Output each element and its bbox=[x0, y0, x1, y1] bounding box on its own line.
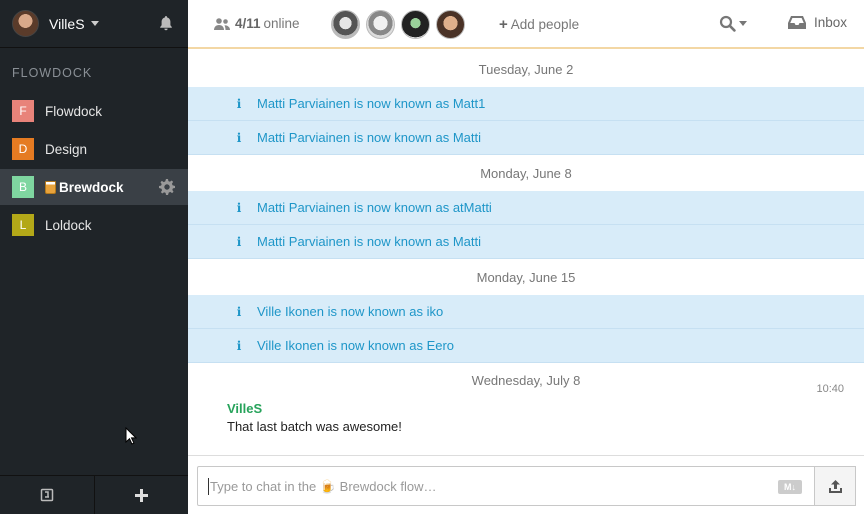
avatar[interactable] bbox=[12, 10, 39, 37]
inbox-icon bbox=[788, 16, 806, 29]
message-author[interactable]: VilleS bbox=[227, 401, 262, 416]
online-avatars bbox=[331, 10, 465, 39]
add-people-button[interactable]: + Add people bbox=[499, 16, 579, 33]
bell-icon[interactable] bbox=[158, 15, 174, 31]
flow-name: Brewdock bbox=[59, 179, 124, 195]
composer-area: M↓ bbox=[188, 455, 864, 514]
info-icon: i bbox=[236, 130, 242, 145]
beer-icon bbox=[45, 180, 56, 194]
notice-text: Matti Parviainen is now known as Matti bbox=[257, 234, 481, 249]
message-list[interactable]: Tuesday, June 2 i Matti Parviainen is no… bbox=[188, 51, 864, 455]
sidebar-item-label: Loldock bbox=[45, 217, 92, 233]
online-label: online bbox=[263, 16, 300, 31]
flow-badge: L bbox=[12, 214, 34, 236]
lobby-button[interactable] bbox=[0, 476, 94, 514]
avatar[interactable] bbox=[366, 10, 395, 39]
sidebar-item-label: Brewdock bbox=[45, 180, 124, 195]
flow-badge: B bbox=[12, 176, 34, 198]
lobby-icon bbox=[40, 488, 53, 502]
search-icon bbox=[719, 15, 736, 32]
day-separator: Monday, June 15 bbox=[476, 269, 576, 285]
day-separator: Monday, June 8 bbox=[480, 165, 572, 181]
inbox-button[interactable]: Inbox bbox=[788, 15, 847, 30]
sidebar-item-design[interactable]: D Design bbox=[0, 131, 188, 167]
notice-text: Ville Ikonen is now known as Eero bbox=[257, 338, 455, 353]
info-icon: i bbox=[236, 200, 242, 215]
chevron-down-icon bbox=[739, 21, 747, 26]
search-button[interactable] bbox=[719, 15, 747, 32]
avatar[interactable] bbox=[436, 10, 465, 39]
section-label: FLOWDOCK bbox=[12, 66, 93, 80]
sidebar-item-brewdock[interactable]: B Brewdock bbox=[0, 169, 188, 205]
sidebar-item-label: Flowdock bbox=[45, 103, 103, 119]
list-item: i Matti Parviainen is now known as Matt1 bbox=[188, 87, 864, 121]
list-item: i Ville Ikonen is now known as Eero bbox=[188, 329, 864, 363]
list-item: i Ville Ikonen is now known as iko bbox=[188, 295, 864, 329]
notice-text: Matti Parviainen is now known as Matti bbox=[257, 130, 481, 145]
info-icon: i bbox=[236, 234, 242, 249]
list-item: i Matti Parviainen is now known as Matti bbox=[188, 121, 864, 155]
flow-badge: D bbox=[12, 138, 34, 160]
day-separator: Wednesday, July 8 bbox=[471, 372, 581, 388]
list-item: i Matti Parviainen is now known as Matti bbox=[188, 225, 864, 259]
day-separator: Tuesday, June 2 bbox=[478, 61, 574, 77]
sidebar-item-loldock[interactable]: L Loldock bbox=[0, 207, 188, 243]
markdown-icon[interactable]: M↓ bbox=[778, 480, 802, 494]
sidebar-item-flowdock[interactable]: F Flowdock bbox=[0, 93, 188, 129]
notice-text: Matti Parviainen is now known as atMatti bbox=[257, 200, 492, 215]
info-icon: i bbox=[236, 96, 242, 111]
add-people-label: Add people bbox=[510, 17, 580, 32]
sidebar: VilleS FLOWDOCK F Flowdock D Design B Br… bbox=[0, 0, 188, 514]
flow-badge: F bbox=[12, 100, 34, 122]
inbox-label: Inbox bbox=[814, 15, 848, 30]
list-item: i Matti Parviainen is now known as atMat… bbox=[188, 191, 864, 225]
info-icon: i bbox=[236, 338, 242, 353]
user-name[interactable]: VilleS bbox=[49, 16, 85, 32]
info-icon: i bbox=[236, 304, 242, 319]
gear-icon[interactable] bbox=[159, 179, 175, 195]
mouse-cursor-icon bbox=[125, 427, 137, 445]
flow-header: 4/11 online + Add people Inbox bbox=[188, 0, 864, 49]
chat-message[interactable]: Wednesday, July 8 10:40 VilleS That last… bbox=[188, 363, 864, 443]
online-count: 4/11 bbox=[235, 16, 261, 31]
plus-icon: + bbox=[499, 16, 508, 33]
notice-text: Matti Parviainen is now known as Matt1 bbox=[257, 96, 486, 111]
chevron-down-icon[interactable] bbox=[90, 21, 99, 26]
chat-input[interactable] bbox=[209, 478, 749, 494]
online-users-button[interactable]: 4/11 online bbox=[214, 16, 300, 31]
user-menu[interactable]: VilleS bbox=[0, 0, 188, 48]
chat-input-wrapper[interactable]: M↓ bbox=[197, 466, 815, 506]
sidebar-footer bbox=[0, 475, 188, 514]
message-text: That last batch was awesome! bbox=[227, 419, 402, 434]
upload-icon bbox=[828, 479, 842, 493]
plus-icon bbox=[134, 488, 148, 502]
sidebar-item-label: Design bbox=[45, 141, 88, 157]
avatar[interactable] bbox=[401, 10, 430, 39]
add-flow-button[interactable] bbox=[93, 476, 189, 514]
message-timestamp[interactable]: 10:40 bbox=[816, 383, 844, 395]
users-icon bbox=[214, 17, 230, 30]
notice-text: Ville Ikonen is now known as iko bbox=[257, 304, 444, 319]
avatar[interactable] bbox=[331, 10, 360, 39]
upload-button[interactable] bbox=[815, 466, 856, 506]
